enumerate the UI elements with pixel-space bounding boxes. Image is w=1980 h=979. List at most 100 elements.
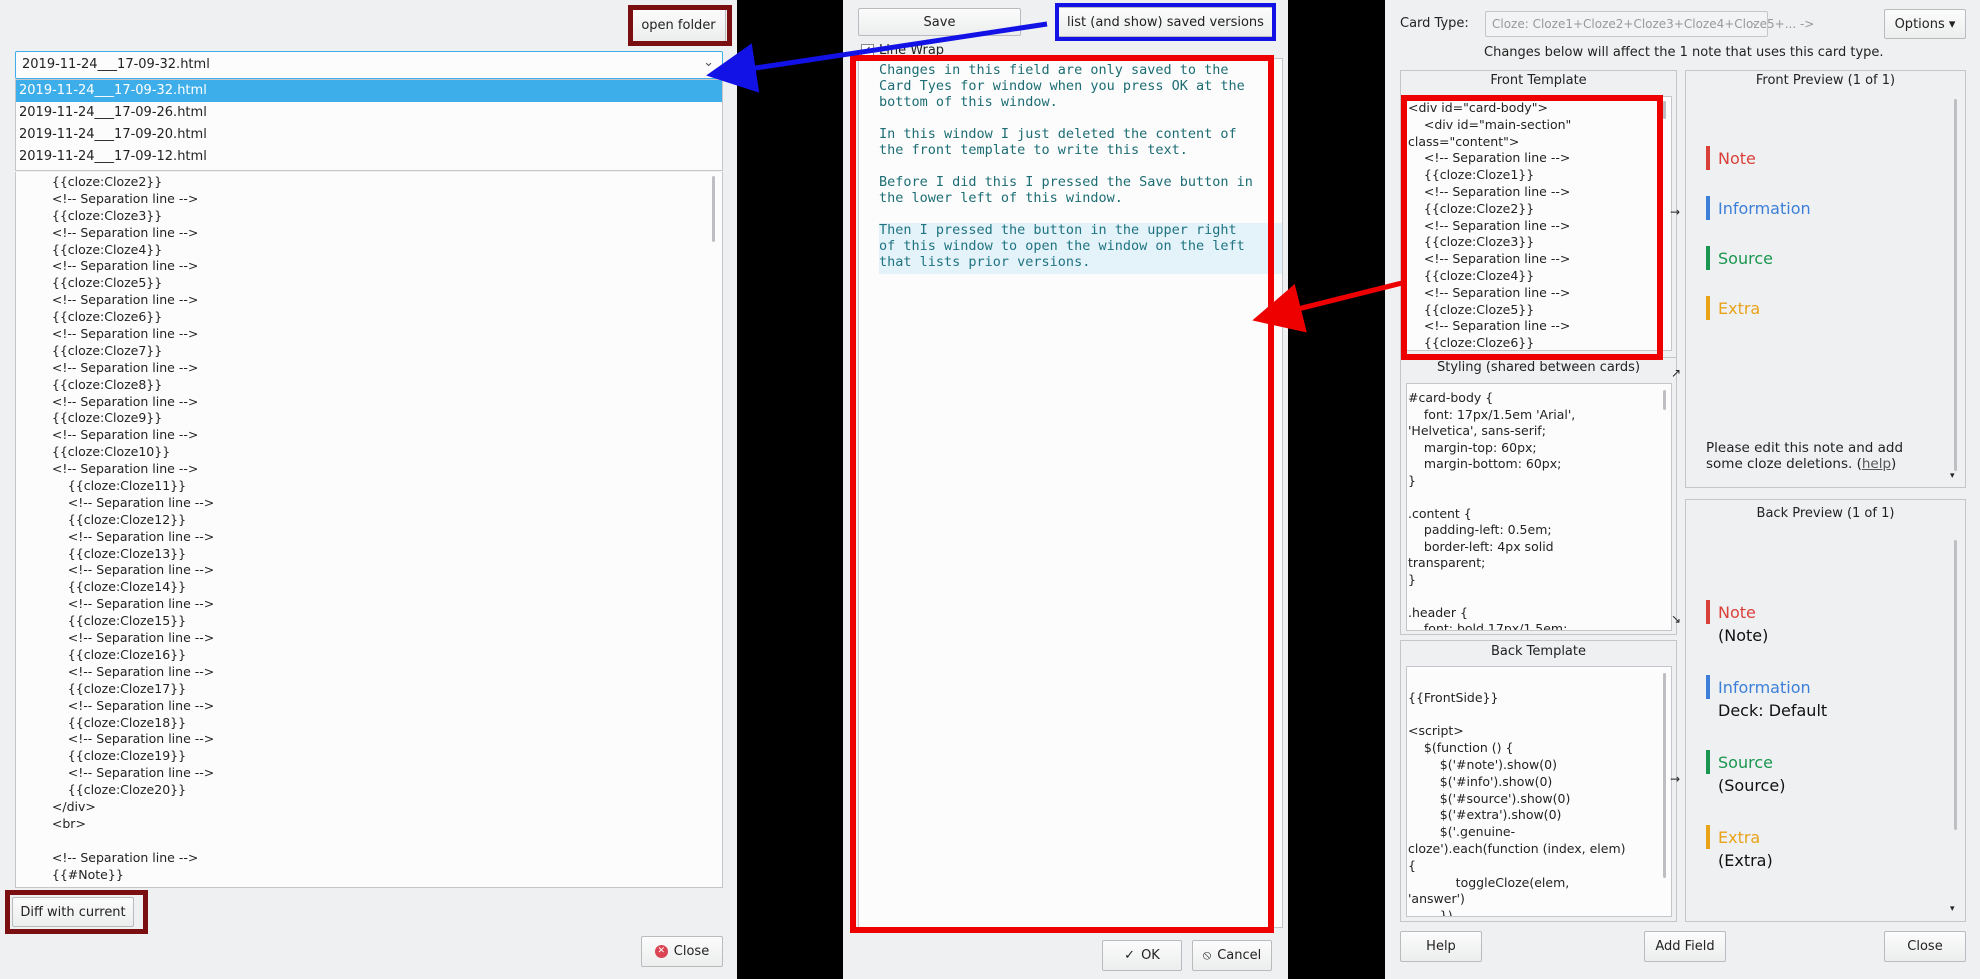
code-line: <!-- Separation line -->: [1408, 217, 1571, 233]
code-line: <!-- Separation line -->: [36, 765, 215, 781]
code-line: .content {: [1408, 505, 1472, 521]
ok-button[interactable]: ✓ OK: [1102, 940, 1182, 971]
code-line: {{cloze:Cloze8}}: [36, 376, 163, 392]
chevron-down-icon: ⌄: [703, 55, 714, 70]
file-select[interactable]: 2019-11-24___17-09-32.html ⌄: [15, 51, 723, 79]
code-line: {{cloze:Cloze6}}: [36, 309, 163, 325]
preview-field-label: Information: [1718, 198, 1811, 218]
styling-title: Styling (shared between cards): [1436, 360, 1641, 375]
close-button[interactable]: Close: [1884, 931, 1966, 962]
code-line: {{cloze:Cloze3}}: [1408, 234, 1535, 250]
scrollbar-thumb[interactable]: [1663, 673, 1666, 878]
editor-text-line: [879, 158, 1253, 174]
list-saved-versions-button[interactable]: list (and show) saved versions: [1058, 7, 1273, 37]
code-line: <!-- Separation line -->: [1408, 150, 1571, 166]
open-folder-button[interactable]: open folder: [631, 8, 726, 42]
preview-field-value: (Note): [1718, 626, 1769, 645]
front-template-code[interactable]: <div id="card-body"> <div id="main-secti…: [1406, 96, 1672, 351]
scroll-down-icon[interactable]: ▾: [1950, 471, 1955, 481]
code-line: <!-- Separation line -->: [36, 224, 199, 240]
cancel-button[interactable]: ⦸ Cancel: [1192, 940, 1272, 971]
line-wrap-toggle[interactable]: ✓ Line Wrap: [861, 42, 944, 58]
code-line: {{cloze:Cloze2}}: [36, 174, 163, 189]
styling-code[interactable]: #card-body { font: 17px/1.5em 'Arial', 'H…: [1406, 383, 1672, 631]
preview-field-information: Information: [1706, 675, 1811, 699]
code-line: #card-body {: [1408, 390, 1494, 405]
code-line: {{cloze:Cloze5}}: [36, 275, 163, 291]
save-button[interactable]: Save: [858, 8, 1021, 36]
code-line: <!-- Separation line -->: [36, 292, 199, 308]
card-type-value: Cloze: Cloze1+Cloze2+Cloze3+Cloze4+Cloze…: [1492, 17, 1815, 31]
arrow-right-icon: →: [1670, 772, 1681, 786]
checkbox-checked-icon[interactable]: ✓: [861, 43, 874, 57]
file-list-item[interactable]: 2019-11-24___17-09-20.html: [16, 124, 722, 146]
front-preview-group: Front Preview (1 of 1) Note Information So…: [1685, 70, 1966, 488]
code-line: }: [1408, 472, 1416, 488]
color-bar: [1706, 296, 1710, 320]
preview-field-source: Source: [1706, 246, 1773, 270]
code-line: <!-- Separation line -->: [1408, 183, 1571, 199]
code-line: <!-- Separation line -->: [36, 258, 199, 274]
code-line: toggleCloze(elem,: [1408, 874, 1570, 890]
editor-text-line: Changes in this field are only saved to …: [879, 62, 1229, 78]
code-line: {{cloze:Cloze12}}: [36, 511, 187, 527]
version-code-view[interactable]: {{cloze:Cloze2}} <!-- Separation line --…: [15, 172, 723, 888]
scrollbar-thumb[interactable]: [712, 176, 715, 242]
editor-text-line: bottom of this window.: [879, 94, 1058, 110]
file-list-item[interactable]: 2019-11-24___17-09-12.html: [16, 146, 722, 168]
options-button[interactable]: Options ▾: [1884, 9, 1966, 39]
editor-text-line: [879, 206, 1253, 222]
preview-field-label: Note: [1718, 602, 1756, 622]
code-line: <!-- Separation line -->: [36, 190, 199, 206]
diff-with-current-button[interactable]: Diff with current: [12, 897, 134, 927]
code-line: class="content">: [1408, 133, 1520, 149]
code-line: $('#note').show(0): [1408, 756, 1557, 772]
scrollbar-thumb[interactable]: [1663, 101, 1666, 119]
arrow-down-right-icon: ↘: [1671, 612, 1682, 626]
line-wrap-label: Line Wrap: [879, 42, 945, 58]
file-list-item[interactable]: 2019-11-24___17-09-32.html: [16, 80, 722, 102]
color-bar: [1706, 675, 1710, 699]
notice-text: Changes below will affect the 1 note tha…: [1484, 45, 1884, 60]
code-line: border-left: 4px solid: [1408, 538, 1554, 554]
code-line: $(function () {: [1408, 740, 1514, 756]
code-line: {{cloze:Cloze4}}: [36, 241, 163, 257]
code-line: <!-- Separation line -->: [36, 427, 199, 443]
versions-window: open folder 2019-11-24___17-09-32.html ⌄…: [0, 0, 737, 979]
front-template-editor[interactable]: Changes in this field are only saved to …: [858, 58, 1283, 928]
close-button[interactable]: ✕ Close: [641, 936, 723, 967]
add-field-button[interactable]: Add Field: [1644, 931, 1726, 962]
preview-field-value: Deck: Default: [1718, 701, 1828, 720]
front-preview-message-end: ): [1891, 456, 1897, 472]
preview-field-value: (Source): [1718, 776, 1786, 795]
help-button[interactable]: Help: [1400, 931, 1482, 962]
code-line: </div>: [36, 798, 96, 814]
code-line: }): [1408, 908, 1453, 917]
file-list-item[interactable]: 2019-11-24___17-09-26.html: [16, 102, 722, 124]
help-link[interactable]: help: [1862, 456, 1891, 472]
code-line: margin-top: 60px;: [1408, 439, 1537, 455]
preview-field-information: Information: [1706, 196, 1811, 220]
scrollbar-thumb[interactable]: [1663, 390, 1666, 410]
code-line: <!-- Separation line -->: [36, 731, 215, 747]
scrollbar-thumb[interactable]: [1954, 99, 1957, 471]
color-bar: [1706, 246, 1710, 270]
code-line: {{cloze:Cloze11}}: [36, 478, 187, 494]
check-icon: ✓: [1124, 948, 1136, 963]
back-template-code[interactable]: {{FrontSide}} <script> $(function () { $(…: [1406, 666, 1672, 917]
preview-field-label: Information: [1718, 677, 1811, 697]
front-template-group: Front Template <div id="card-body"> <div…: [1400, 70, 1677, 362]
card-type-select[interactable]: Cloze: Cloze1+Cloze2+Cloze3+Cloze4+Cloze…: [1485, 11, 1814, 37]
code-line: {{cloze:Cloze6}}: [1408, 335, 1535, 351]
preview-field-note: Note: [1706, 600, 1756, 624]
scroll-down-icon[interactable]: ▾: [1950, 904, 1955, 914]
code-line: <!-- Separation line -->: [36, 461, 199, 477]
code-line: cloze').each(function (index, elem): [1408, 840, 1626, 856]
code-line: $('#extra').show(0): [1408, 807, 1562, 823]
code-line: $('#info').show(0): [1408, 773, 1553, 789]
scrollbar-thumb[interactable]: [1954, 540, 1957, 830]
preview-field-label: Note: [1718, 148, 1756, 168]
